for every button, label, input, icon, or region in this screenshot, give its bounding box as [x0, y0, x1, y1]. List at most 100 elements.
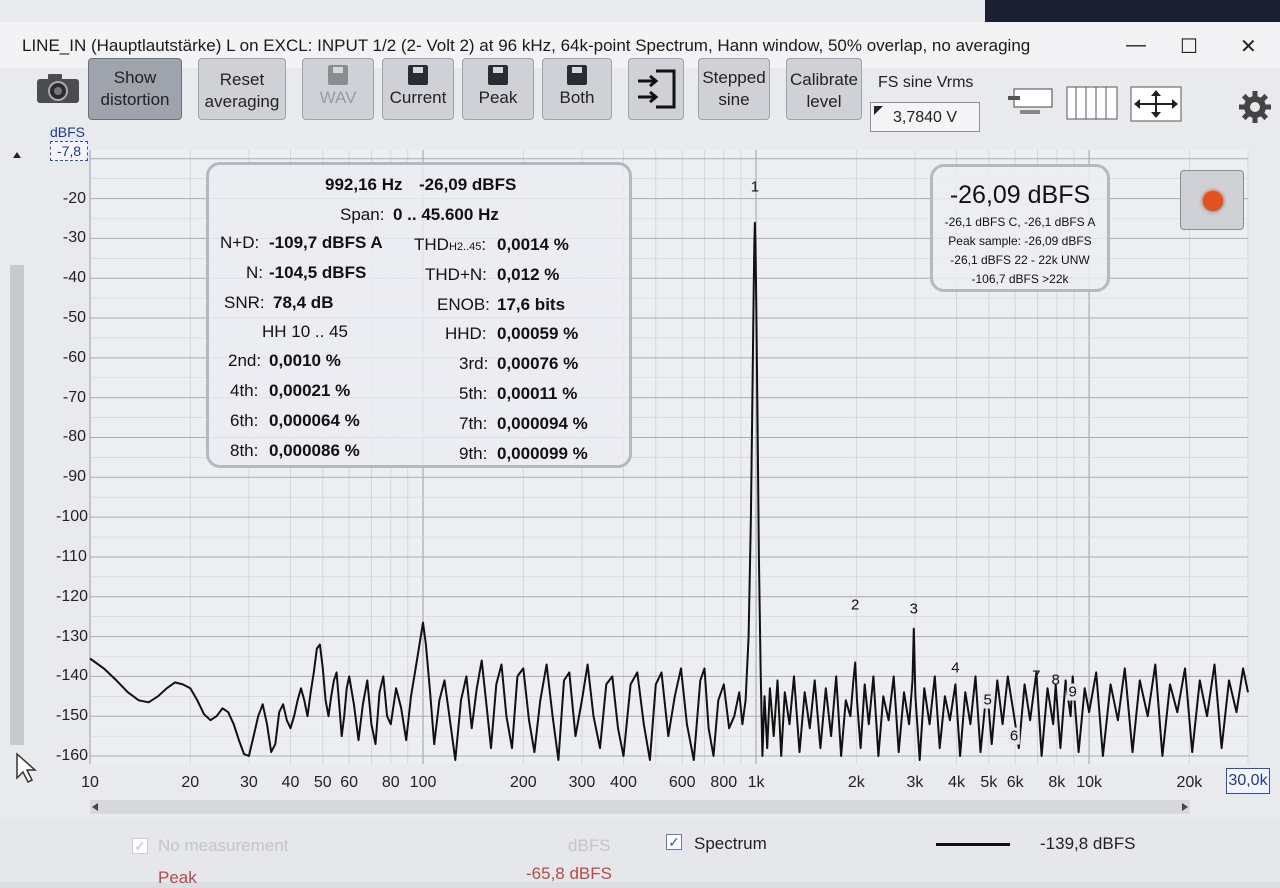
- x-tick-label: 5k: [980, 774, 998, 791]
- x-tick-label: 8k: [1048, 774, 1066, 791]
- y-tick-label: -150: [56, 707, 89, 725]
- y-tick-label: -80: [62, 428, 86, 446]
- record-button[interactable]: [1180, 170, 1244, 230]
- h3-label: 3rd:: [459, 354, 489, 373]
- x-tick-label: 20k: [1176, 774, 1203, 791]
- peak-unweighted-level: -26,1 dBFS 22 - 22k UNW: [950, 253, 1090, 267]
- h5-value: 0,00011 %: [497, 384, 578, 403]
- no-measurement-checkbox[interactable]: ✓: [132, 838, 148, 854]
- spectrum-legend-line: [936, 843, 1010, 846]
- snr-label: SNR:: [224, 293, 265, 312]
- h9-value: 0,000099 %: [497, 444, 588, 463]
- x-tick-label: 10k: [1076, 774, 1102, 791]
- y-tick-label: -20: [62, 189, 86, 207]
- h4-label: 4th:: [230, 381, 259, 400]
- h2-value: 0,0010 %: [269, 351, 341, 370]
- hh-range-label: HH 10 .. 45: [262, 322, 348, 341]
- span-label: Span:: [340, 205, 385, 224]
- harmonic-label-4: 4: [951, 659, 960, 677]
- thd-label-sub: H2..45: [448, 241, 482, 253]
- h6-value: 0,000064 %: [269, 411, 360, 430]
- harmonic-label-8: 8: [1051, 671, 1060, 689]
- x-tick-label: 6k: [1006, 774, 1024, 791]
- y-tick-label: -50: [62, 309, 86, 327]
- spectrum-chart[interactable]: [0, 0, 1280, 882]
- x-tick-label: 10: [81, 774, 99, 791]
- x-tick-label: 40: [281, 774, 300, 791]
- h9-label: 9th:: [459, 444, 488, 463]
- h4-value: 0,00021 %: [269, 381, 351, 400]
- nd-value: -109,7 dBFS A: [269, 233, 383, 252]
- horizontal-scrollbar[interactable]: [90, 800, 1190, 814]
- peak-legend-label: Peak: [158, 868, 197, 887]
- x-tick-label: 100: [409, 774, 437, 791]
- y-tick-label: -60: [62, 348, 86, 366]
- spectrum-checkbox[interactable]: ✓: [666, 834, 682, 850]
- x-tick-label: 3k: [906, 774, 924, 791]
- y-tick-label: -160: [56, 747, 89, 765]
- enob-value: 17,6 bits: [497, 295, 566, 314]
- x-tick-label: 60: [340, 774, 359, 791]
- peak-level-main: -26,09 dBFS: [949, 181, 1091, 209]
- y-tick-label: -90: [62, 468, 86, 486]
- x-tick-label: 4k: [948, 774, 966, 791]
- h3-value: 0,00076 %: [497, 354, 579, 373]
- record-icon: [1203, 191, 1223, 211]
- thdn-value: 0,012 %: [497, 265, 560, 284]
- thdn-label: THD+N:: [425, 265, 487, 284]
- peak-legend-value: -65,8 dBFS: [526, 864, 612, 883]
- harmonic-label-1: 1: [750, 178, 760, 196]
- x-tick-label: 200: [509, 774, 537, 791]
- peak-sample-level: Peak sample: -26,09 dBFS: [948, 234, 1092, 248]
- h8-label: 8th:: [230, 441, 259, 460]
- n-value: -104,5 dBFS: [269, 263, 367, 282]
- measured-frequency: 992,16 Hz: [325, 175, 403, 194]
- spectrum-legend-value: -139,8 dBFS: [1040, 834, 1136, 853]
- x-tick-label: 800: [710, 774, 738, 791]
- x-tick-label: 50: [313, 774, 332, 791]
- harmonic-label-9: 9: [1066, 683, 1079, 701]
- hhd-value: 0,00059 %: [497, 324, 579, 343]
- harmonic-label-7: 7: [1032, 667, 1041, 685]
- h8-value: 0,000086 %: [269, 441, 360, 460]
- enob-label: ENOB:: [437, 295, 490, 314]
- h2-label: 2nd:: [228, 351, 262, 370]
- harmonic-label-3: 3: [909, 600, 918, 618]
- legend-bar: ✓ No measurement dBFS Peak -65,8 dBFS ✓ …: [0, 818, 1280, 887]
- y-tick-label: -100: [56, 508, 89, 526]
- x-tick-label: 20: [181, 774, 200, 791]
- peak-weighted-levels: -26,1 dBFS C, -26,1 dBFS A: [944, 215, 1096, 229]
- n-label: N:: [246, 263, 263, 282]
- nd-label: N+D:: [220, 233, 260, 252]
- y-tick-label: -40: [62, 269, 86, 287]
- y-tick-label: -130: [56, 627, 89, 645]
- y-tick-label: -140: [56, 667, 89, 685]
- hhd-label: HHD:: [445, 324, 487, 343]
- x-tick-label: 1k: [747, 774, 765, 791]
- thd-label: THDH2..45:: [414, 235, 487, 254]
- y-tick-label: -110: [56, 547, 87, 565]
- no-measurement-label: No measurement: [158, 836, 289, 855]
- y-tick-label: -70: [62, 388, 86, 406]
- x-axis-max-input[interactable]: 30,0k: [1226, 768, 1270, 794]
- x-tick-label: 400: [610, 774, 637, 791]
- span-value: 0 .. 45.600 Hz: [393, 205, 499, 224]
- snr-value: 78,4 dB: [273, 293, 334, 312]
- h7-value: 0,000094 %: [497, 414, 588, 433]
- x-tick-label: 30: [239, 774, 258, 791]
- x-tick-label: 2k: [847, 774, 865, 791]
- x-tick-label: 80: [381, 774, 400, 791]
- x-tick-label: 600: [668, 774, 696, 791]
- x-tick-label: 300: [568, 774, 596, 791]
- h7-label: 7th:: [459, 414, 488, 433]
- mouse-cursor-icon: [16, 752, 37, 784]
- h5-label: 5th:: [459, 384, 488, 403]
- thd-value: 0,0014 %: [497, 235, 569, 254]
- peak-above-22k-level: -106,7 dBFS >22k: [971, 272, 1069, 286]
- thd-label-text: THD: [414, 235, 449, 254]
- peak-level-panel: -26,09 dBFS -26,1 dBFS C, -26,1 dBFS A P…: [930, 164, 1110, 292]
- distortion-info-panel: 992,16 Hz -26,09 dBFS Span: 0 .. 45.600 …: [206, 162, 632, 468]
- harmonic-label-5: 5: [981, 691, 994, 709]
- h6-label: 6th:: [230, 411, 259, 430]
- y-tick-label: -30: [62, 229, 86, 247]
